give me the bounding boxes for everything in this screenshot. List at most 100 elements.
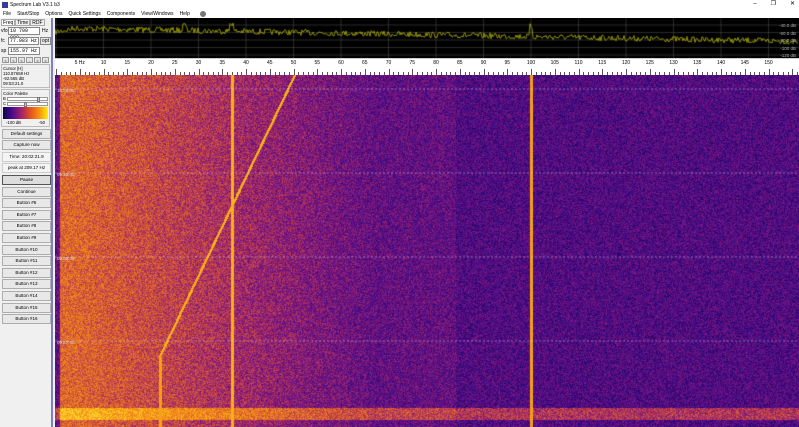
freq-label: 20: [148, 60, 154, 66]
freq-label: 115: [598, 60, 607, 66]
fc-input[interactable]: 77.983 Hz: [7, 37, 40, 45]
custom-button-14[interactable]: Button #14: [2, 290, 51, 301]
freq-label: 60: [338, 60, 344, 66]
nav-button-5[interactable]: >: [34, 57, 41, 63]
freq-label: 35: [219, 60, 226, 66]
freq-label: 25: [171, 60, 178, 66]
freq-label: 40: [243, 60, 249, 66]
custom-button-6[interactable]: Button #6: [2, 198, 51, 209]
menu-file[interactable]: File: [3, 11, 11, 17]
freq-label: 65: [361, 60, 368, 66]
contrast-label: C: [3, 101, 7, 106]
fc-label: fc: [1, 38, 5, 44]
spectrum-graph[interactable]: [55, 18, 799, 58]
freq-label: 15: [124, 60, 131, 66]
time-label: 09:57:00: [57, 340, 75, 345]
time-label: 09:58:00: [57, 256, 75, 261]
menu-bar: File Start/Stop Options Quick Settings C…: [0, 9, 799, 18]
nav-button-6[interactable]: >: [42, 57, 49, 63]
freq-label: 75: [409, 60, 416, 66]
frequency-scale[interactable]: 5 Hz 10 15 20 25 30 35 40 45 50 55 60 65 70 75 80 85 90 95…: [55, 58, 799, 75]
freq-label: 85: [456, 60, 463, 66]
opt-button[interactable]: opt: [40, 37, 51, 45]
tab-freq[interactable]: Freq: [1, 19, 16, 26]
db-label: -80.0 dB: [778, 38, 796, 43]
freq-label: 55: [314, 60, 321, 66]
custom-button-9[interactable]: Button #9: [2, 232, 51, 243]
freq-label: 5 Hz: [74, 60, 85, 66]
close-button[interactable]: ✕: [790, 0, 795, 9]
freq-label: 70: [385, 60, 392, 66]
vfo-label: vfo: [1, 28, 8, 34]
tab-rdf[interactable]: RDF: [30, 19, 45, 26]
freq-label: 45: [266, 60, 273, 66]
peak-display: peak at 209.17 Hz: [2, 163, 51, 174]
app-icon: [2, 1, 8, 8]
color-palette-bar[interactable]: [3, 107, 48, 119]
cursor-readout: Cursor [H] 110.87658 Hz -92.565 dB 09:53…: [1, 64, 50, 88]
palette-min: -100 dB: [6, 120, 22, 125]
custom-button-10[interactable]: Button #10: [2, 244, 51, 255]
custom-button-7[interactable]: Button #7: [2, 209, 51, 220]
status-indicator-icon: [199, 10, 206, 17]
freq-label: 130: [669, 60, 678, 66]
custom-button-15[interactable]: Button #15: [2, 302, 51, 313]
continue-button[interactable]: Continue: [2, 186, 51, 197]
menu-quick-settings[interactable]: Quick Settings: [69, 11, 101, 17]
window-title: Spectrum Lab V3.1 b3: [10, 1, 60, 8]
palette-max: -50: [38, 120, 45, 125]
nav-button-1[interactable]: <: [2, 57, 9, 63]
custom-button-11[interactable]: Button #11: [2, 256, 51, 267]
db-label: -60.0 dB: [778, 30, 796, 36]
freq-label: 150: [764, 60, 773, 66]
db-label: -100 dB: [780, 45, 796, 51]
freq-label: 120: [621, 60, 631, 66]
default-settings-button[interactable]: Default settings: [2, 128, 51, 139]
control-panel: Freq Time RDF vfo10 700 000Hz fc77.983 H…: [0, 18, 53, 427]
freq-label: 10: [100, 60, 107, 66]
contrast-slider[interactable]: [7, 101, 48, 107]
tab-time[interactable]: Time: [15, 19, 31, 26]
freq-label: 30: [195, 60, 202, 66]
menu-components[interactable]: Components: [107, 11, 135, 17]
minimize-button[interactable]: –: [753, 0, 756, 9]
freq-label: 95: [504, 60, 511, 66]
freq-label: 110: [574, 60, 583, 66]
menu-options[interactable]: Options: [45, 11, 62, 17]
custom-button-16[interactable]: Button #16: [2, 314, 51, 325]
cursor-time: 09:53:21.0: [3, 81, 24, 86]
pause-button[interactable]: Pause: [2, 174, 51, 185]
freq-label: 90: [480, 60, 487, 66]
nav-button-2[interactable]: <: [10, 57, 17, 63]
restore-button[interactable]: ❐: [771, 0, 776, 9]
time-label: 10:00:00: [57, 88, 75, 93]
contrast-thumb[interactable]: [23, 101, 27, 107]
vfo-unit: Hz: [42, 28, 49, 34]
title-bar: Spectrum Lab V3.1 b3 – ❐ ✕: [0, 0, 799, 9]
custom-button-8[interactable]: Button #8: [2, 221, 51, 232]
freq-label: 125: [645, 60, 654, 66]
freq-label: 80: [433, 60, 439, 66]
vfo-input[interactable]: 10 700 000: [8, 27, 40, 41]
custom-button-13[interactable]: Button #13: [2, 279, 51, 290]
menu-view-windows[interactable]: View/Windows: [141, 11, 173, 17]
nav-button-4[interactable]: -: [26, 57, 33, 63]
freq-label: 135: [693, 60, 702, 66]
sp-label: sp: [1, 48, 7, 54]
brightness-slider[interactable]: [6, 96, 48, 102]
color-palette-box: Color Palette B C -100 dB -50: [1, 89, 50, 127]
time-label: 09:59:00: [57, 172, 75, 177]
menu-help[interactable]: Help: [180, 11, 190, 17]
waterfall-display[interactable]: [55, 75, 799, 427]
custom-button-12[interactable]: Button #12: [2, 267, 51, 278]
freq-label: 50: [290, 60, 297, 66]
freq-label: 105: [550, 60, 559, 66]
freq-label: 100: [526, 60, 536, 66]
menu-start-stop[interactable]: Start/Stop: [17, 11, 39, 17]
freq-label: 145: [740, 60, 749, 66]
freq-label: 140: [716, 60, 726, 66]
capture-now-button[interactable]: Capture now: [2, 140, 51, 151]
time-display: Time: 20:02:21.9: [2, 151, 51, 162]
sp-input[interactable]: 155.97 Hz: [8, 47, 40, 55]
nav-button-3[interactable]: <: [18, 57, 25, 63]
